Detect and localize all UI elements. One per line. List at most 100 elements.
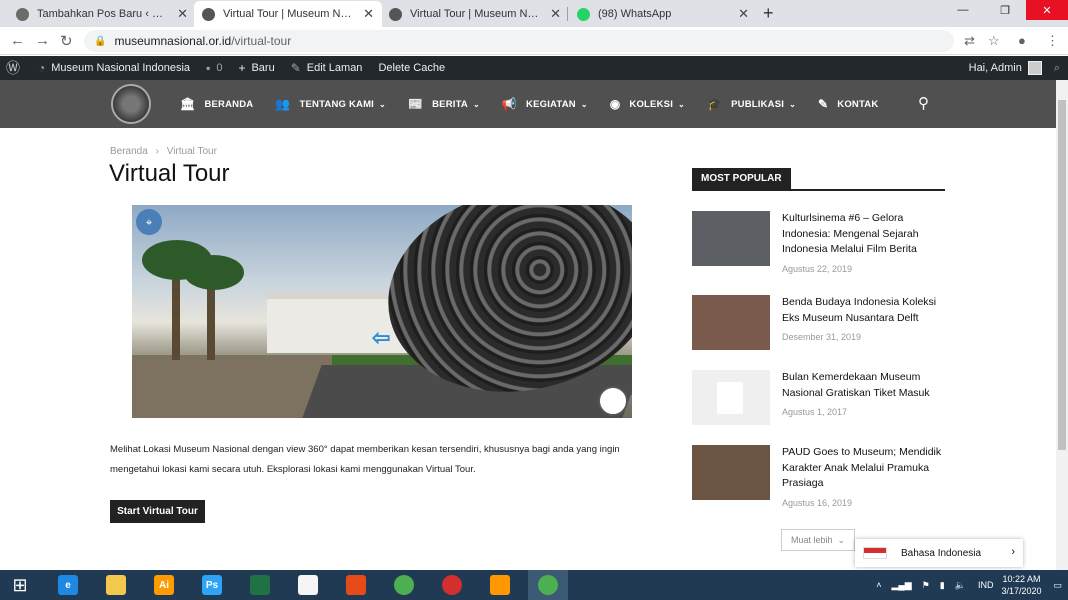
- back-icon[interactable]: ←: [10, 32, 25, 49]
- main-menu: 🏛 BERANDA 👥 TENTANG KAMI ⌄ 📰 BERITA ⌄ 📢 KEGIATAN ⌄…: [180, 80, 900, 128]
- browser-tab-1[interactable]: Virtual Tour | Museum Nasional I ✕: [194, 1, 382, 27]
- load-more-button[interactable]: Muat lebih ⌄: [781, 529, 855, 551]
- most-popular-heading: MOST POPULAR: [692, 168, 945, 191]
- profile-icon[interactable]: ●: [1018, 33, 1026, 48]
- taskbar-illustrator[interactable]: Ai: [144, 570, 184, 600]
- battery-icon[interactable]: ▮: [940, 580, 945, 591]
- browser-tab-0[interactable]: Tambahkan Pos Baru ‹ Museum N ✕: [8, 1, 196, 27]
- corner-logo: [598, 386, 628, 416]
- menu-item-berita[interactable]: 📰 BERITA ⌄: [408, 97, 480, 111]
- dashboard-icon: ◔: [38, 61, 46, 75]
- forward-icon[interactable]: →: [35, 32, 50, 49]
- virtual-tour-preview[interactable]: ⌖ ⇦: [132, 205, 632, 418]
- flag-icon[interactable]: ⚑: [922, 580, 930, 591]
- menu-item-publikasi[interactable]: 🎓 PUBLIKASI ⌄: [707, 97, 796, 111]
- maximize-button[interactable]: ❐: [984, 0, 1026, 20]
- bookmark-star-icon[interactable]: ☆: [988, 33, 1000, 49]
- input-language[interactable]: IND: [978, 580, 994, 590]
- wordpress-logo-icon[interactable]: Ⓦ: [6, 58, 26, 78]
- taskbar-excel[interactable]: [240, 570, 280, 600]
- new-content-link[interactable]: + Baru: [238, 61, 274, 75]
- browser-tab-3[interactable]: (98) WhatsApp ✕: [569, 1, 757, 27]
- post-thumbnail[interactable]: [692, 211, 770, 266]
- post-date: Desember 31, 2019: [782, 332, 862, 342]
- chevron-down-icon: ⌄: [580, 99, 588, 109]
- menu-item-beranda[interactable]: 🏛 BERANDA: [180, 97, 253, 111]
- clock[interactable]: 10:22 AM 3/17/2020: [1001, 573, 1041, 597]
- notification-icon[interactable]: ▭: [1053, 580, 1062, 591]
- taskbar-opera[interactable]: [432, 570, 472, 600]
- account-greeting[interactable]: Hai, Admin: [969, 62, 1022, 74]
- page-scrollbar[interactable]: [1056, 80, 1068, 570]
- menu-item-kontak[interactable]: ✎ KONTAK: [818, 97, 878, 111]
- popular-post[interactable]: Kulturlsinema #6 – Gelora Indonesia: Men…: [692, 211, 952, 274]
- comment-icon: ▪: [206, 61, 211, 75]
- tab-title: Virtual Tour | Museum Nasional I: [410, 8, 544, 20]
- site-name-link[interactable]: ◔ Museum Nasional Indonesia: [38, 61, 190, 75]
- tab-close-icon[interactable]: ✕: [363, 6, 374, 22]
- tray-arrow-icon[interactable]: ˄: [876, 580, 881, 590]
- window-close-button[interactable]: ✕: [1026, 0, 1068, 20]
- taskbar-chrome[interactable]: [384, 570, 424, 600]
- popular-post[interactable]: Bulan Kemerdekaan Museum Nasional Gratis…: [692, 370, 952, 430]
- taskbar-notepad[interactable]: [288, 570, 328, 600]
- delete-cache-link[interactable]: Delete Cache: [378, 62, 445, 74]
- admin-search-icon[interactable]: ⌕: [1054, 62, 1060, 75]
- post-thumbnail[interactable]: [692, 370, 770, 425]
- map-pin-icon[interactable]: ⌖: [136, 209, 162, 235]
- site-header: 🏛 BERANDA 👥 TENTANG KAMI ⌄ 📰 BERITA ⌄ 📢 KEGIATAN ⌄…: [0, 80, 1068, 128]
- taskbar-photoshop[interactable]: Ps: [192, 570, 232, 600]
- tab-close-icon[interactable]: ✕: [177, 6, 188, 22]
- post-date: Agustus 22, 2019: [782, 263, 853, 274]
- browser-tab-2[interactable]: Virtual Tour | Museum Nasional I ✕: [381, 1, 569, 27]
- taskbar-chrome-active[interactable]: [528, 570, 568, 600]
- taskbar-wps-presentation[interactable]: [336, 570, 376, 600]
- volume-icon[interactable]: 🔈: [955, 580, 966, 591]
- menu-item-koleksi[interactable]: ◉ KOLEKSI ⌄: [610, 97, 685, 111]
- new-tab-button[interactable]: +: [763, 3, 774, 24]
- page-description: Melihat Lokasi Museum Nasional dengan vi…: [110, 444, 620, 475]
- menu-item-tentang-kami[interactable]: 👥 TENTANG KAMI ⌄: [275, 97, 386, 111]
- excel-icon: [250, 575, 270, 595]
- post-title[interactable]: Bulan Kemerdekaan Museum Nasional Gratis…: [782, 370, 947, 401]
- taskbar-file-explorer[interactable]: [96, 570, 136, 600]
- opera-icon: [442, 575, 462, 595]
- post-thumbnail[interactable]: [692, 445, 770, 500]
- language-switcher[interactable]: Bahasa Indonesia ›: [855, 539, 1023, 567]
- taskbar-media-player[interactable]: [480, 570, 520, 600]
- plus-icon: +: [238, 61, 246, 75]
- taskbar-internet-explorer[interactable]: e: [48, 570, 88, 600]
- browser-tabstrip: Tambahkan Pos Baru ‹ Museum N✕ Virtual To…: [0, 0, 1068, 27]
- internet-explorer-icon: e: [58, 575, 78, 595]
- popular-post[interactable]: Benda Budaya Indonesia Koleksi Eks Museu…: [692, 295, 952, 355]
- edit-page-link[interactable]: ✎ Edit Laman: [291, 61, 363, 75]
- chevron-down-icon: ⌄: [678, 99, 685, 109]
- post-title[interactable]: Kulturlsinema #6 – Gelora Indonesia: Men…: [782, 211, 947, 258]
- hotspot-arrow-icon[interactable]: ⇦: [372, 325, 390, 351]
- avatar[interactable]: [1027, 61, 1042, 75]
- menu-item-kegiatan[interactable]: 📢 KEGIATAN ⌄: [502, 97, 588, 111]
- reload-icon[interactable]: ↻: [60, 32, 73, 50]
- museum-logo[interactable]: [111, 84, 151, 124]
- network-icon[interactable]: ▂▄▆: [891, 580, 911, 591]
- site-search-icon[interactable]: ⚲: [918, 94, 929, 112]
- start-button[interactable]: ⊞: [0, 570, 40, 600]
- chrome-icon: [394, 575, 414, 595]
- indonesia-flag-icon: [863, 547, 887, 559]
- translate-icon[interactable]: ⇄: [964, 33, 975, 49]
- post-thumbnail[interactable]: [692, 295, 770, 350]
- tab-close-icon[interactable]: ✕: [738, 6, 749, 22]
- kebab-menu-icon[interactable]: ⋮: [1046, 33, 1059, 49]
- comments-link[interactable]: ▪ 0: [206, 61, 222, 75]
- post-title[interactable]: PAUD Goes to Museum; Mendidik Karakter A…: [782, 445, 947, 492]
- minimize-button[interactable]: —: [942, 0, 984, 20]
- post-title[interactable]: Benda Budaya Indonesia Koleksi Eks Museu…: [782, 295, 947, 326]
- start-virtual-tour-button[interactable]: Start Virtual Tour: [110, 500, 205, 523]
- notepad-icon: [298, 575, 318, 595]
- popular-post[interactable]: PAUD Goes to Museum; Mendidik Karakter A…: [692, 445, 952, 508]
- tab-close-icon[interactable]: ✕: [550, 6, 561, 22]
- file-explorer-icon: [106, 575, 126, 595]
- newspaper-icon: 📰: [407, 97, 424, 111]
- breadcrumb-home[interactable]: Beranda: [110, 146, 148, 157]
- address-bar[interactable]: 🔒 museumnasional.or.id/virtual-tour: [84, 30, 954, 52]
